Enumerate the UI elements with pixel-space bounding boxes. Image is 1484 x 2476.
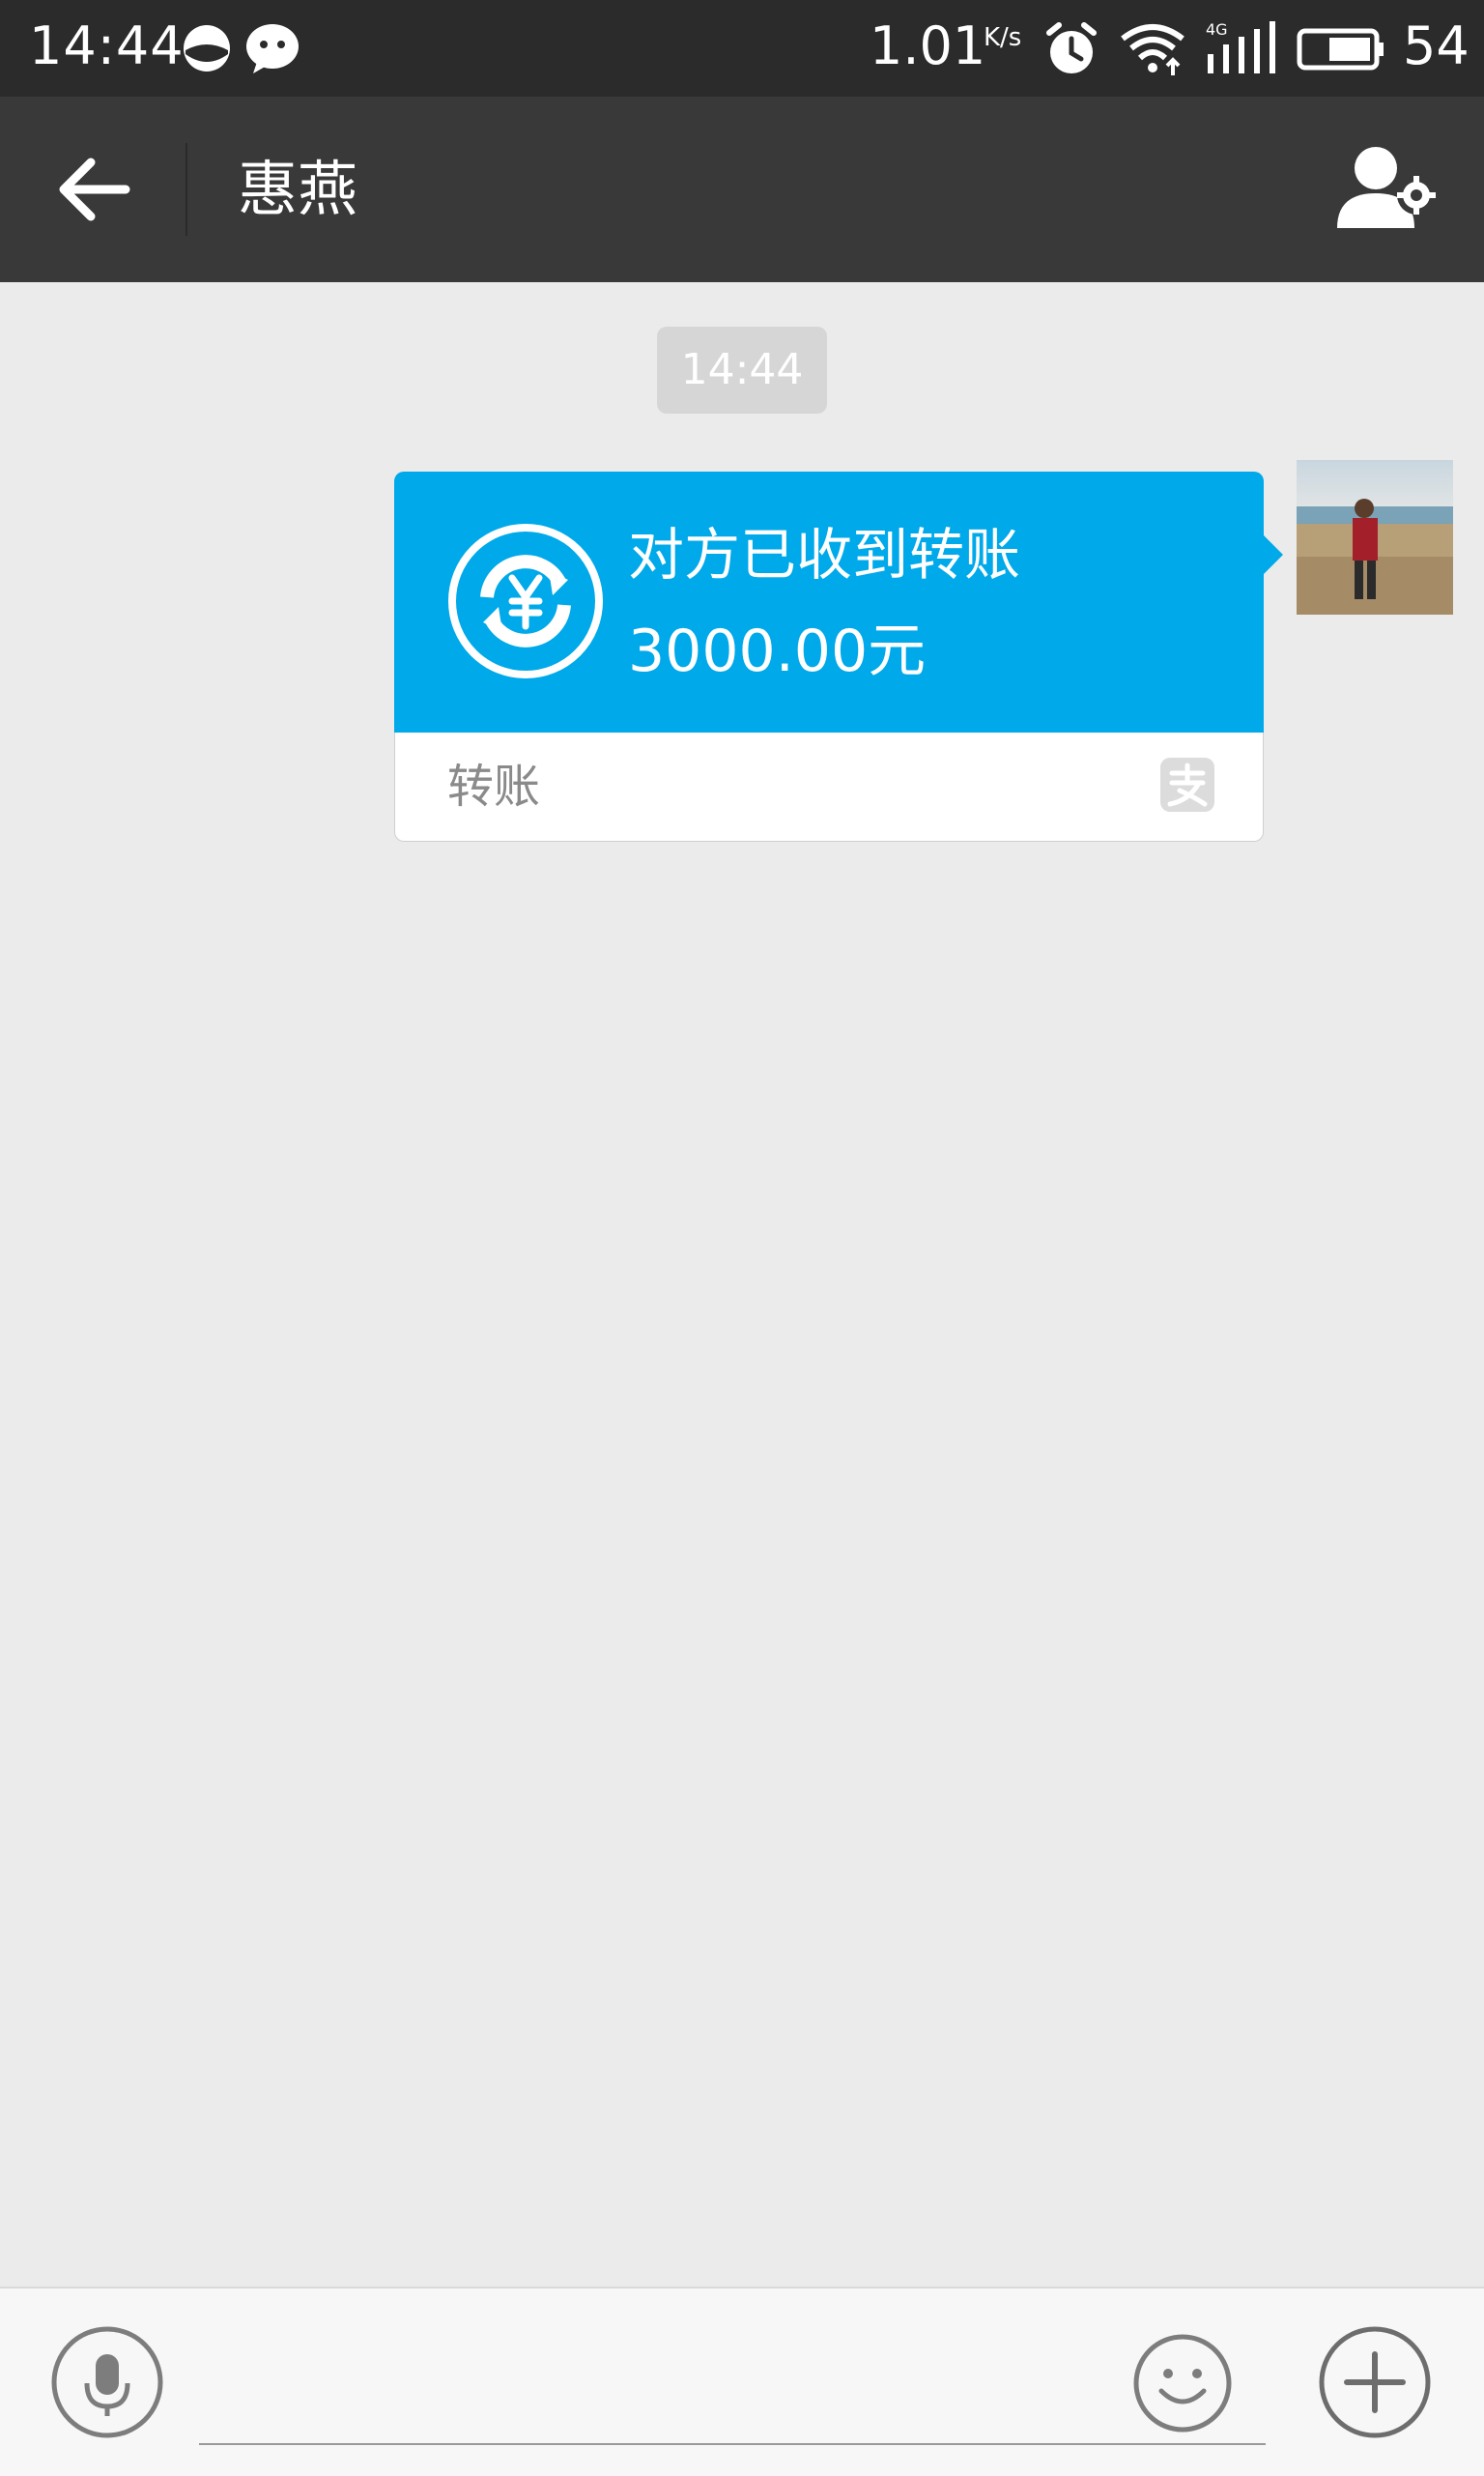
- wifi-icon: [1119, 21, 1186, 81]
- emoji-button[interactable]: [1132, 2333, 1233, 2433]
- more-options-button[interactable]: [1318, 2325, 1432, 2439]
- input-bar: [0, 2287, 1484, 2476]
- alipay-icon: [1160, 758, 1214, 812]
- transfer-amount: 3000.00元: [628, 618, 927, 685]
- arrow-left-icon: [39, 158, 155, 251]
- chat-title: 惠燕: [238, 154, 358, 224]
- transfer-type-label: 转账: [447, 760, 541, 814]
- user-settings-icon: [1333, 147, 1445, 244]
- transfer-card-header: 对方已收到转账 3000.00元: [394, 472, 1264, 733]
- wechat-icon: [243, 21, 301, 79]
- status-bar: 14:44 1.01 K/s 4G 54: [0, 0, 1484, 97]
- microphone-icon: [50, 2326, 164, 2443]
- voice-input-button[interactable]: [50, 2325, 164, 2439]
- avatar[interactable]: [1297, 460, 1453, 615]
- plus-icon: [1318, 2326, 1432, 2443]
- message-input[interactable]: [199, 2318, 1266, 2445]
- title-divider: [186, 143, 187, 236]
- transfer-status: 对方已收到转账: [628, 522, 1021, 588]
- title-bar: 惠燕: [0, 97, 1484, 282]
- chat-area[interactable]: 14:44 对方已收到转账 3000.00元 转账: [0, 282, 1484, 2287]
- alarm-icon: [1043, 21, 1099, 81]
- signal-icon: 4G: [1206, 20, 1277, 81]
- message-timestamp: 14:44: [657, 327, 827, 414]
- net-speed: 1.01: [870, 15, 986, 76]
- back-button[interactable]: [39, 131, 155, 247]
- smiley-icon: [1132, 2334, 1233, 2437]
- status-time: 14:44: [29, 15, 185, 76]
- battery-percent: 54: [1403, 15, 1470, 76]
- chat-settings-button[interactable]: [1333, 139, 1445, 240]
- qq-icon: [180, 21, 234, 79]
- transfer-card-footer: 转账: [394, 733, 1264, 842]
- net-speed-unit: K/s: [984, 23, 1022, 52]
- bubble-tail: [1262, 533, 1283, 576]
- transfer-message-card[interactable]: 对方已收到转账 3000.00元 转账: [394, 472, 1283, 842]
- transfer-yuan-icon: [446, 522, 605, 680]
- svg-text:4G: 4G: [1206, 21, 1228, 39]
- battery-icon: [1297, 21, 1385, 81]
